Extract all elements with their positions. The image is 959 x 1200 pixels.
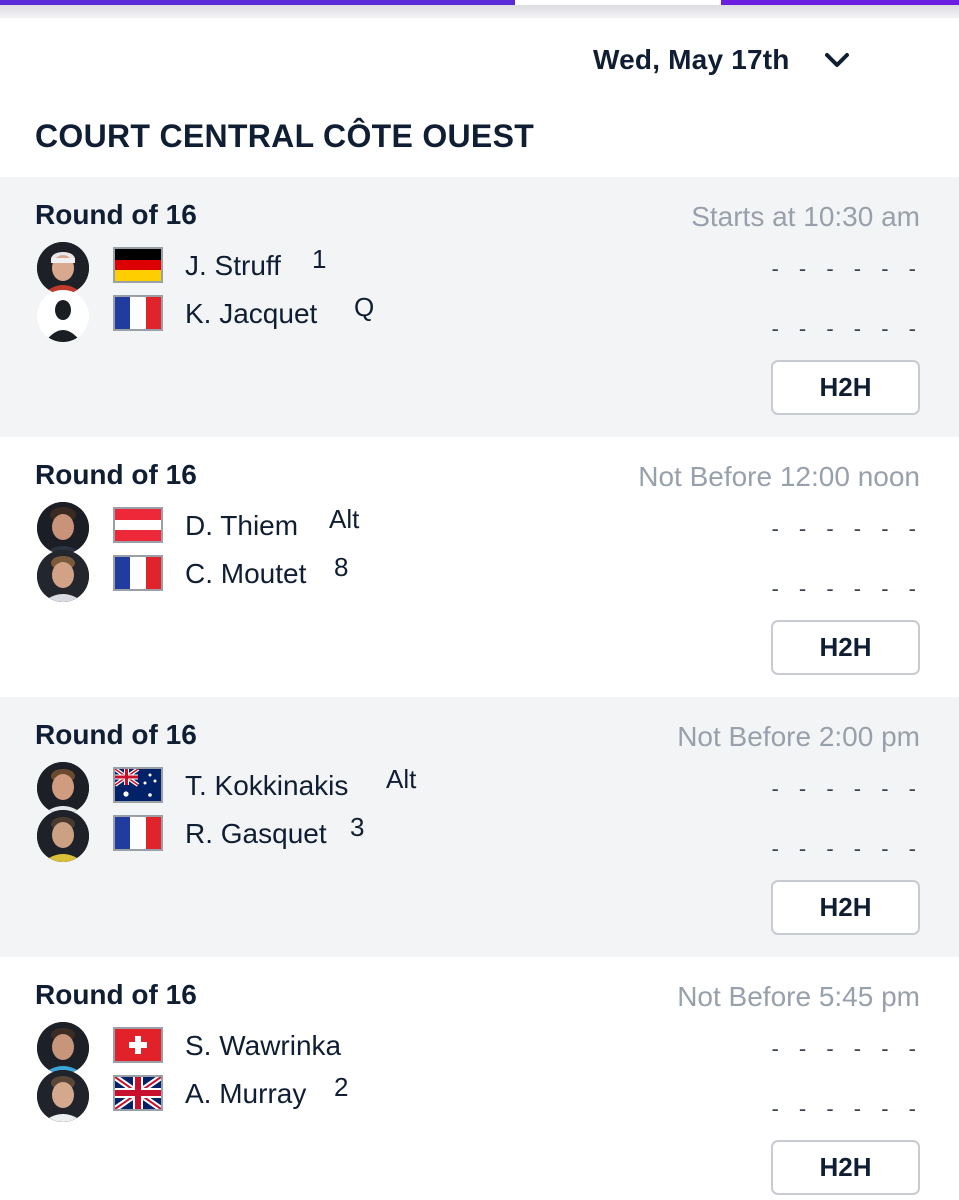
player-name: T. Kokkinakis [185,770,349,801]
player-score: - - - - - - [771,256,923,281]
player-score: - - - - - - [771,776,923,801]
date-selector[interactable]: Wed, May 17th [575,36,875,86]
player-avatar [37,550,89,602]
match-time: Starts at 10:30 am [691,201,920,232]
h2h-button[interactable]: H2H [771,360,920,415]
france-flag-icon [113,295,163,331]
player-avatar-placeholder [37,290,89,342]
match-time: Not Before 5:45 pm [677,981,920,1012]
top-tab-indicator [0,0,959,18]
player-score: - - - - - - [771,576,923,601]
player-row[interactable]: S. Wawrinka - - - - - - [0,1022,959,1074]
match-card[interactable]: Round of 16 Not Before 5:45 pm S. Wawrin… [0,957,959,1200]
player-row[interactable]: T. Kokkinakis Alt - - - - - - [0,762,959,814]
player-name: D. Thiem [185,510,299,541]
player-avatar [37,1070,89,1122]
player-name: R. Gasquet [185,818,327,849]
topbar-shadow [0,5,959,18]
player-score: - - - - - - [771,316,923,341]
player-row[interactable]: D. Thiem Alt - - - - - - [0,502,959,554]
player-avatar [37,242,89,294]
player-seed: 2 [334,1072,349,1102]
player-avatar [37,762,89,814]
match-time: Not Before 12:00 noon [638,461,920,492]
player-avatar [37,1022,89,1074]
player-name: J. Struff [185,250,281,281]
match-round: Round of 16 [35,719,197,750]
player-seed: 1 [312,244,327,274]
france-flag-icon [113,555,163,591]
match-card[interactable]: Round of 16 Not Before 2:00 pm T. Kokkin… [0,697,959,957]
player-row[interactable]: J. Struff 1 - - - - - - [0,242,959,294]
united-kingdom-flag-icon [113,1075,163,1111]
date-label: Wed, May 17th [593,44,790,75]
player-avatar [37,502,89,554]
h2h-button[interactable]: H2H [771,1140,920,1195]
switzerland-flag-icon [113,1027,163,1063]
match-round: Round of 16 [35,979,197,1010]
player-seed: Alt [329,504,360,534]
player-seed: Q [354,292,375,322]
france-flag-icon [113,815,163,851]
player-score: - - - - - - [771,1096,923,1121]
h2h-button[interactable]: H2H [771,880,920,935]
player-name: A. Murray [185,1078,307,1109]
chevron-down-icon [825,53,849,67]
match-round: Round of 16 [35,459,197,490]
player-name: S. Wawrinka [185,1030,342,1061]
match-round: Round of 16 [35,199,197,230]
match-card[interactable]: Round of 16 Starts at 10:30 am J. Struff… [0,177,959,437]
player-row[interactable]: A. Murray 2 - - - - - - [0,1070,959,1122]
player-name: K. Jacquet [185,298,318,329]
player-row[interactable]: K. Jacquet Q - - - - - - [0,290,959,342]
australia-flag-icon [113,767,163,803]
player-name: C. Moutet [185,558,307,589]
player-score: - - - - - - [771,1036,923,1061]
germany-flag-icon [113,247,163,283]
player-avatar [37,810,89,862]
player-seed: Alt [386,764,417,794]
austria-flag-icon [113,507,163,543]
player-score: - - - - - - [771,836,923,861]
player-seed: 3 [350,812,365,842]
h2h-button[interactable]: H2H [771,620,920,675]
match-card[interactable]: Round of 16 Not Before 12:00 noon D. Thi… [0,437,959,697]
player-score: - - - - - - [771,516,923,541]
match-time: Not Before 2:00 pm [677,721,920,752]
player-row[interactable]: R. Gasquet 3 - - - - - - [0,810,959,862]
player-seed: 8 [334,552,349,582]
court-title: COURT CENTRAL CÔTE OUEST [35,118,535,154]
player-row[interactable]: C. Moutet 8 - - - - - - [0,550,959,602]
